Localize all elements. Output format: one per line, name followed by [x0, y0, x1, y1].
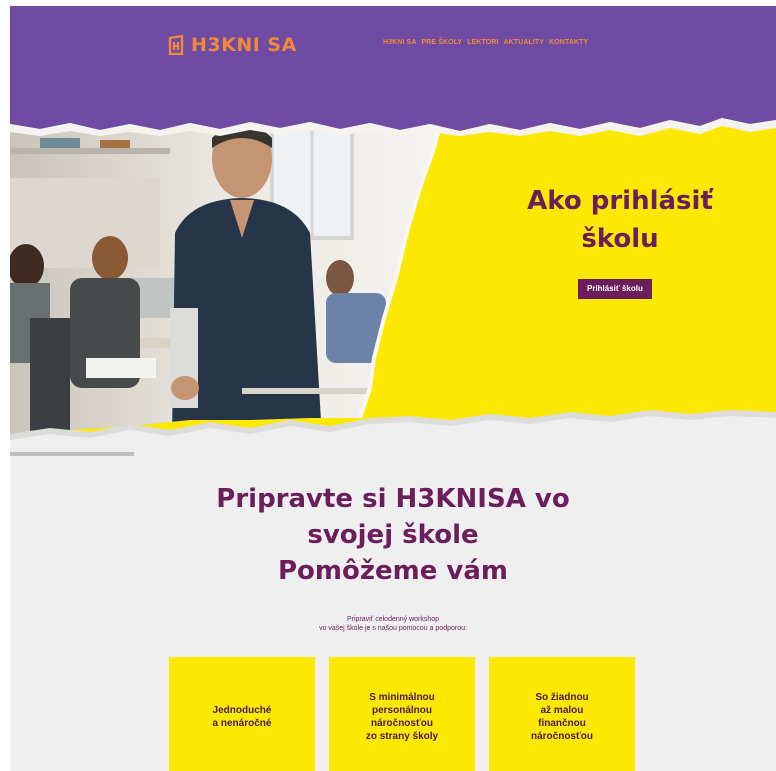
- nav-item-kontakty[interactable]: KONTAKTY: [549, 39, 588, 46]
- torn-paper-top: [10, 102, 776, 136]
- logo[interactable]: H3KNI SA: [167, 34, 297, 56]
- nav-item-pre-skoly[interactable]: PRE ŠKOLY: [421, 39, 462, 46]
- section-subtitle-line1: Pripraviť celodenný workshop: [346, 616, 440, 623]
- logo-text: H3KNI SA: [191, 34, 297, 56]
- benefit-card-text: S minimálnou personálnou náročnosťou zo …: [365, 692, 439, 742]
- benefit-cards: Jednoduché a nenáročné S minimálnou pers…: [169, 657, 635, 771]
- section-subtitle: Pripraviť celodenný workshop vo vašej šk…: [263, 615, 523, 633]
- nav-item-aktuality[interactable]: AKTUALITY: [504, 39, 545, 46]
- benefit-card: So žiadnou až malou finančnou náročnosťo…: [489, 657, 635, 771]
- hero-title-line1: Ako prihlásiť: [527, 186, 713, 216]
- hero-photo: [10, 118, 444, 436]
- benefit-card: Jednoduché a nenáročné: [169, 657, 315, 771]
- nav-item-lektori[interactable]: LEKTORI: [467, 39, 498, 46]
- hero-title: Ako prihlásiť školu: [490, 182, 750, 258]
- register-school-button[interactable]: Prihlásiť školu: [578, 279, 652, 299]
- section-title-line3: Pomôžeme vám: [277, 556, 508, 586]
- benefit-card-text: Jednoduché a nenáročné: [212, 705, 272, 729]
- nav-item-h3knisa[interactable]: H3KNI SA: [383, 39, 416, 46]
- section-title: Pripravte si H3KNISA vo svojej škole Pom…: [130, 481, 656, 589]
- page: H3KNI SA H3KNI SA PRE ŠKOLY LEKTORI AKTU…: [10, 6, 776, 771]
- section-title-line1: Pripravte si H3KNISA vo: [216, 484, 570, 514]
- hero-banner: Ako prihlásiť školu Prihlásiť školu: [10, 118, 776, 453]
- main-nav: H3KNI SA PRE ŠKOLY LEKTORI AKTUALITY KON…: [383, 39, 588, 46]
- torn-paper-bottom: [10, 410, 776, 466]
- benefit-card: S minimálnou personálnou náročnosťou zo …: [329, 657, 475, 771]
- section-title-line2: svojej škole: [307, 520, 479, 550]
- benefit-card-text: So žiadnou až malou finančnou náročnosťo…: [530, 692, 594, 742]
- section-subtitle-line2: vo vašej škole je s našou pomocou a podp…: [319, 625, 467, 632]
- hero-title-line2: školu: [581, 224, 659, 254]
- logo-mark-icon: [168, 35, 184, 55]
